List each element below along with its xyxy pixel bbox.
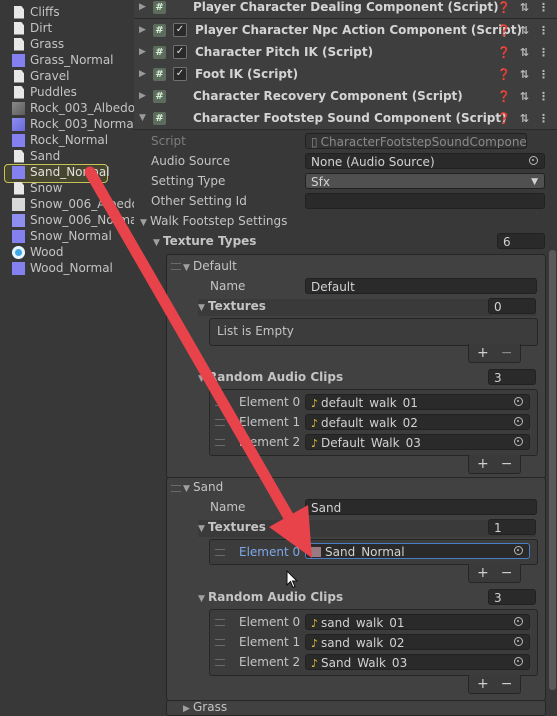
drag-arrow-annotation xyxy=(84,166,312,558)
mouse-cursor-icon xyxy=(286,570,298,589)
arrow-shaft xyxy=(84,166,297,527)
